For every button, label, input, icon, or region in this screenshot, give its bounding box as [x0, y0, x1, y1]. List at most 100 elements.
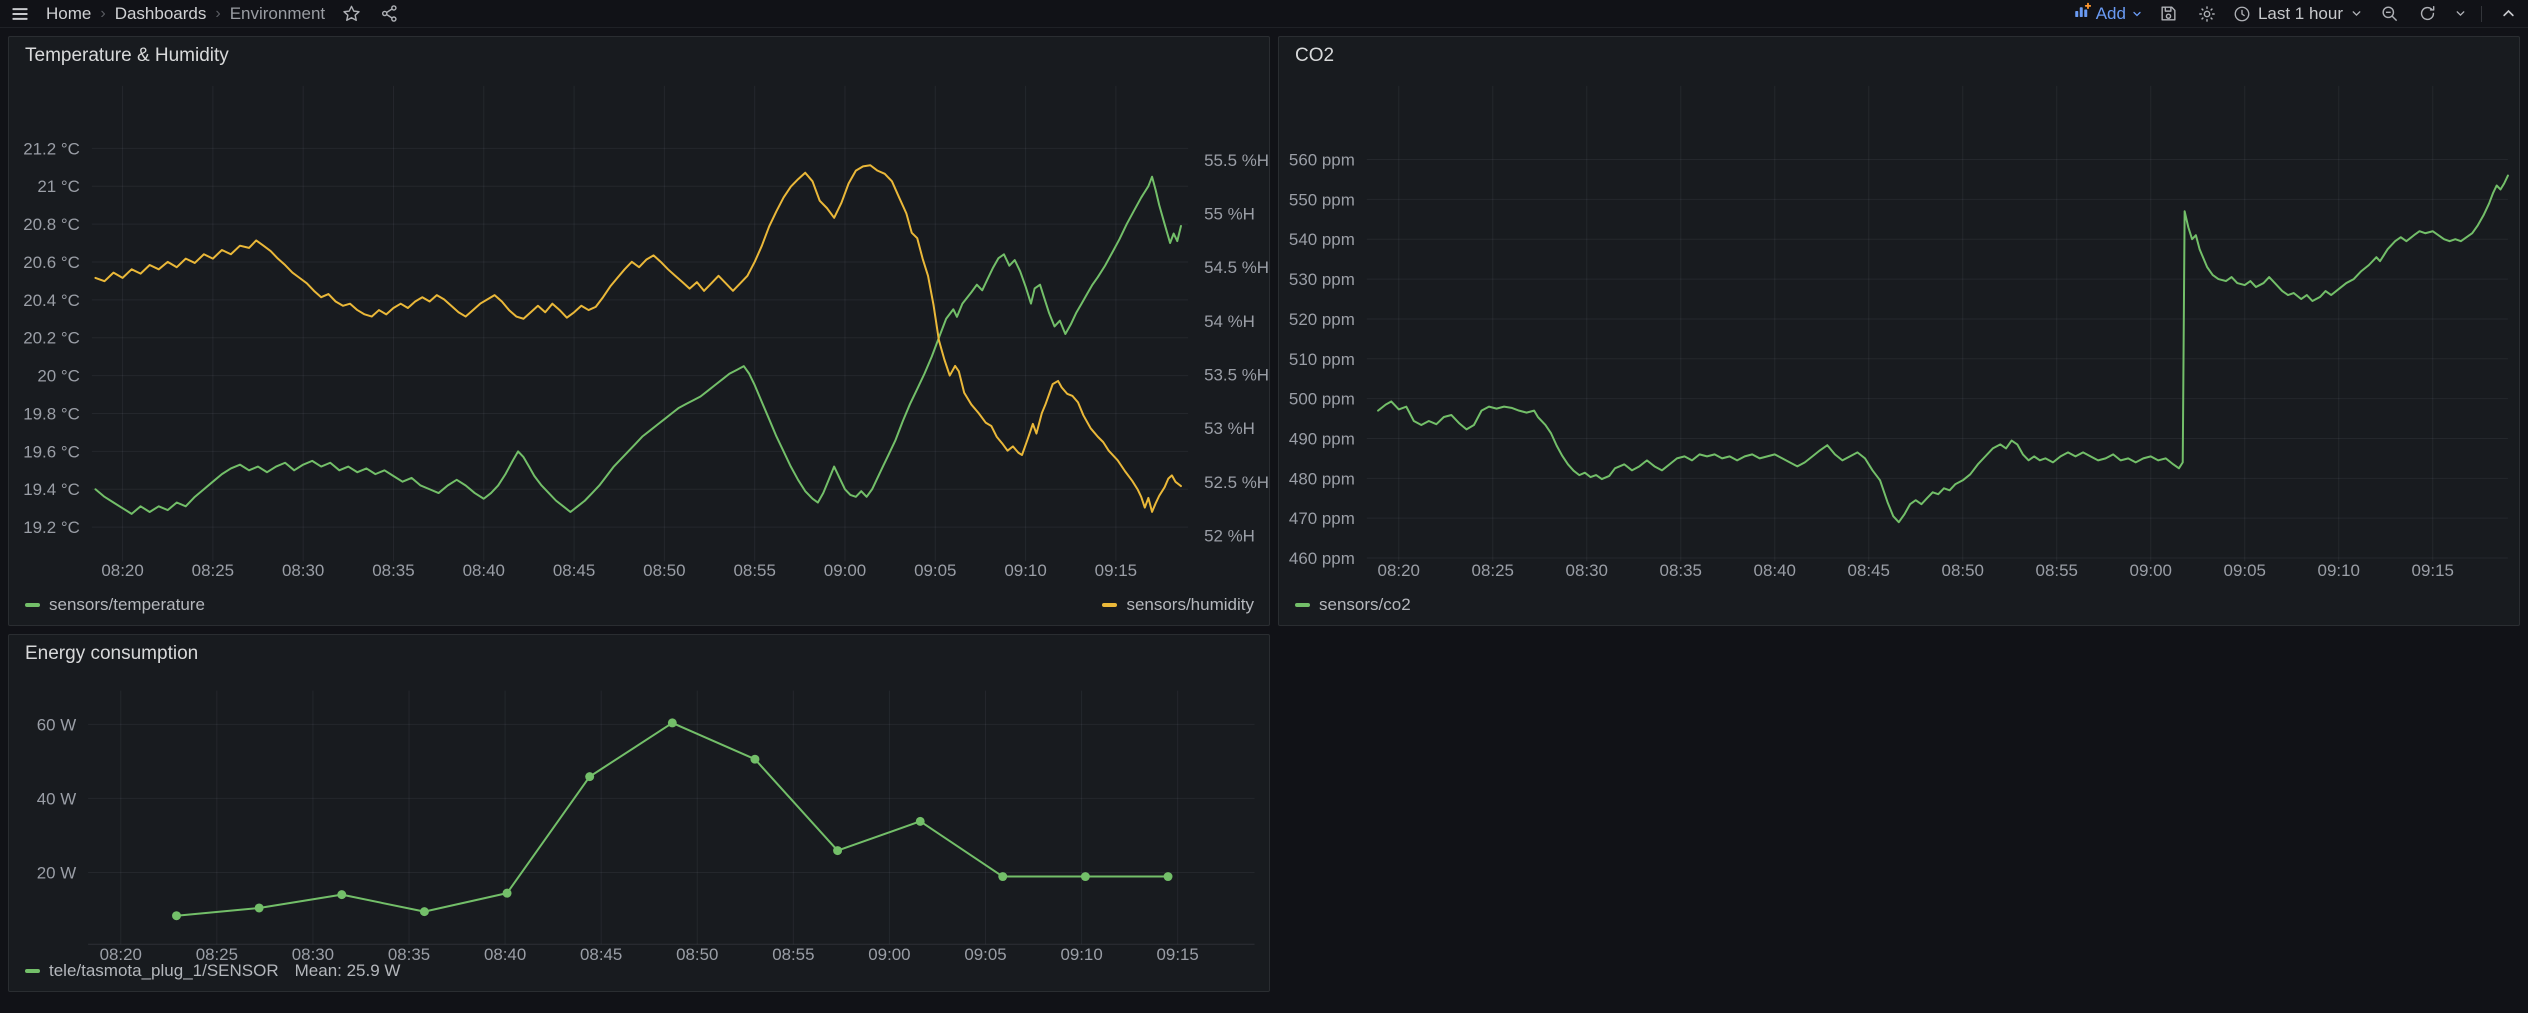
- share-icon[interactable]: [377, 2, 401, 26]
- right-y-axis-tick-label: 55.5 %H: [1204, 151, 1269, 170]
- x-axis-tick-label: 08:55: [733, 561, 775, 580]
- x-axis-tick-label: 09:10: [2318, 561, 2360, 580]
- y-axis-tick-label: 21 °C: [37, 177, 80, 196]
- y-axis-tick-label: 490 ppm: [1289, 429, 1355, 448]
- toolbar-divider: [2481, 6, 2482, 22]
- settings-icon[interactable]: [2195, 2, 2219, 26]
- refresh-interval-dropdown[interactable]: [2453, 2, 2467, 26]
- breadcrumb-item-dashboards[interactable]: Dashboards: [115, 4, 207, 24]
- right-y-axis-tick-label: 55 %H: [1204, 205, 1255, 224]
- x-axis-tick-label: 09:15: [1095, 561, 1137, 580]
- y-axis-tick-label: 60 W: [37, 715, 76, 734]
- x-axis-tick-label: 09:10: [1004, 561, 1046, 580]
- y-axis-tick-label: 460 ppm: [1289, 549, 1355, 568]
- series-point: [585, 772, 594, 781]
- series-point: [337, 890, 346, 899]
- y-axis-tick-label: 20.6 °C: [23, 253, 80, 272]
- panel-title[interactable]: CO2: [1295, 45, 1334, 67]
- x-axis-tick-label: 09:00: [2130, 561, 2172, 580]
- panel-title[interactable]: Energy consumption: [25, 643, 198, 665]
- right-y-axis-tick-label: 53.5 %H: [1204, 365, 1269, 384]
- legend-label: sensors/temperature: [49, 595, 205, 615]
- temperature-humidity-chart[interactable]: 08:2008:2508:3008:3508:4008:4508:5008:55…: [9, 37, 1269, 625]
- series-point: [750, 755, 759, 764]
- co2-chart[interactable]: 08:2008:2508:3008:3508:4008:4508:5008:55…: [1279, 37, 2519, 625]
- legend-item[interactable]: tele/tasmota_plug_1/SENSORMean: 25.9 W: [25, 961, 400, 981]
- y-axis-tick-label: 20 °C: [37, 367, 80, 386]
- chevron-down-icon: [2131, 8, 2143, 20]
- y-axis-tick-label: 19.8 °C: [23, 404, 80, 423]
- x-axis-tick-label: 08:45: [553, 561, 595, 580]
- x-axis-tick-label: 08:20: [1378, 561, 1420, 580]
- x-axis-tick-label: 08:40: [1754, 561, 1796, 580]
- y-axis-tick-label: 20 W: [37, 863, 76, 882]
- legend: sensors/temperature sensors/humidity: [25, 595, 1254, 615]
- y-axis-tick-label: 560 ppm: [1289, 151, 1355, 170]
- legend-item[interactable]: sensors/co2: [1295, 595, 1411, 615]
- panel-temperature-humidity: Temperature & Humidity 08:2008:2508:3008…: [8, 36, 1270, 626]
- legend-item[interactable]: sensors/humidity: [1102, 595, 1254, 615]
- y-axis-tick-label: 500 ppm: [1289, 390, 1355, 409]
- series-point: [1081, 872, 1090, 881]
- collapse-up-icon[interactable]: [2496, 2, 2520, 26]
- x-axis-tick-label: 08:25: [192, 561, 234, 580]
- y-axis-tick-label: 21.2 °C: [23, 139, 80, 158]
- y-axis-tick-label: 550 ppm: [1289, 190, 1355, 209]
- series-point: [172, 911, 181, 920]
- grafana-dashboard: Home › Dashboards › Environment Add: [0, 0, 2528, 1013]
- series-line-sensors-temperature: [95, 177, 1181, 514]
- x-axis-tick-label: 08:30: [1566, 561, 1608, 580]
- x-axis-tick-label: 08:50: [1942, 561, 1984, 580]
- time-range-picker[interactable]: Last 1 hour: [2233, 4, 2363, 24]
- x-axis-tick-label: 08:55: [2036, 561, 2078, 580]
- y-axis-tick-label: 540 ppm: [1289, 230, 1355, 249]
- x-axis-tick-label: 09:00: [824, 561, 866, 580]
- right-y-axis-tick-label: 54.5 %H: [1204, 258, 1269, 277]
- x-axis-tick-label: 08:50: [643, 561, 685, 580]
- legend-swatch: [25, 969, 40, 973]
- x-axis-tick-label: 08:25: [1472, 561, 1514, 580]
- series-point: [503, 889, 512, 898]
- breadcrumb-separator: ›: [100, 5, 105, 23]
- add-button-label: Add: [2096, 4, 2126, 24]
- save-dashboard-icon[interactable]: [2157, 2, 2181, 26]
- legend-swatch: [1295, 603, 1310, 607]
- y-axis-tick-label: 530 ppm: [1289, 270, 1355, 289]
- right-y-axis-tick-label: 52 %H: [1204, 526, 1255, 545]
- breadcrumb-separator: ›: [215, 5, 220, 23]
- x-axis-tick-label: 08:35: [372, 561, 414, 580]
- time-range-label: Last 1 hour: [2258, 4, 2343, 24]
- y-axis-tick-label: 480 ppm: [1289, 469, 1355, 488]
- series-point: [255, 903, 264, 912]
- breadcrumb-item-home[interactable]: Home: [46, 4, 91, 24]
- energy-consumption-chart[interactable]: 08:2008:2508:3008:3508:4008:4508:5008:55…: [9, 635, 1269, 991]
- right-y-axis-tick-label: 53 %H: [1204, 419, 1255, 438]
- legend-item[interactable]: sensors/temperature: [25, 595, 205, 615]
- x-axis-tick-label: 08:20: [101, 561, 143, 580]
- breadcrumb-item-environment[interactable]: Environment: [230, 4, 325, 24]
- legend-label: sensors/humidity: [1126, 595, 1254, 615]
- x-axis-tick-label: 09:15: [2412, 561, 2454, 580]
- clock-icon: [2233, 5, 2251, 23]
- series-point: [916, 817, 925, 826]
- panel-energy-consumption: Energy consumption 08:2008:2508:3008:350…: [8, 634, 1270, 992]
- series-line-tele-tasmota-plug-1-sensor: [176, 723, 1168, 916]
- series-point: [833, 846, 842, 855]
- right-y-axis-tick-label: 54 %H: [1204, 312, 1255, 331]
- star-icon[interactable]: [339, 2, 363, 26]
- series-point: [998, 872, 1007, 881]
- y-axis-tick-label: 19.4 °C: [23, 480, 80, 499]
- top-bar: Home › Dashboards › Environment Add: [0, 0, 2528, 28]
- panel-title[interactable]: Temperature & Humidity: [25, 45, 229, 67]
- menu-icon[interactable]: [8, 2, 32, 26]
- refresh-icon[interactable]: [2415, 2, 2439, 26]
- y-axis-tick-label: 40 W: [37, 789, 76, 808]
- y-axis-tick-label: 19.6 °C: [23, 442, 80, 461]
- series-point: [1164, 872, 1173, 881]
- add-button[interactable]: Add: [2073, 2, 2143, 25]
- zoom-out-icon[interactable]: [2377, 2, 2401, 26]
- x-axis-tick-label: 09:05: [2224, 561, 2266, 580]
- y-axis-tick-label: 470 ppm: [1289, 509, 1355, 528]
- breadcrumb: Home › Dashboards › Environment: [46, 4, 325, 24]
- series-point: [668, 718, 677, 727]
